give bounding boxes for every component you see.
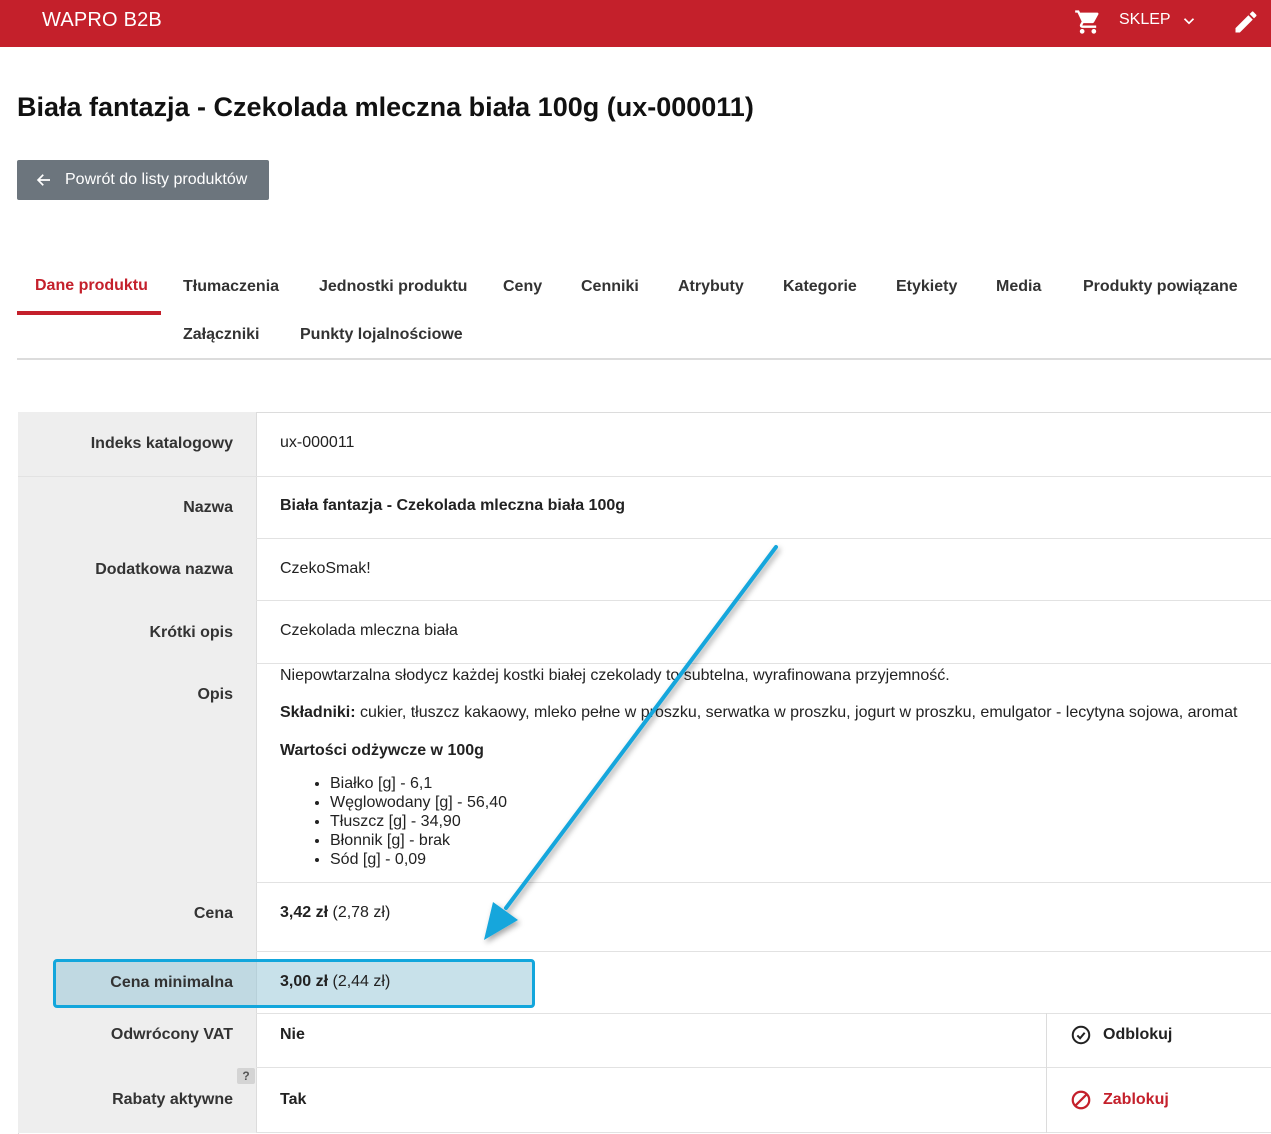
back-button-label: Powrót do listy produktów [65, 171, 248, 188]
pencil-icon[interactable] [1232, 8, 1260, 36]
tab-punkty-lojalnosciowe[interactable]: Punkty lojalnościowe [300, 326, 463, 344]
discounts-label: Rabaty aktywne [112, 1091, 233, 1108]
price-net: (2,78 zł) [332, 904, 391, 921]
tab-produkty-powiazane[interactable]: Produkty powiązane [1083, 278, 1238, 296]
unlock-label: Odblokuj [1103, 1026, 1173, 1043]
check-circle-icon [1071, 1025, 1091, 1045]
arrow-left-icon [36, 174, 50, 186]
row-divider [256, 663, 1271, 664]
short-desc-value: Czekolada mleczna biała [280, 622, 458, 639]
row-divider [256, 951, 1271, 952]
tab-media[interactable]: Media [996, 278, 1041, 296]
catalog-index-label: Indeks katalogowy [90, 435, 233, 452]
block-icon [1071, 1090, 1091, 1110]
row-divider [256, 882, 1271, 883]
nutrition-title: Wartości odżywcze w 100g [280, 742, 484, 759]
list-item: Błonnik [g] - brak [330, 831, 507, 850]
catalog-index-value: ux-000011 [280, 434, 355, 451]
ingredients-label: Składniki: [280, 704, 356, 721]
labels-column [18, 412, 257, 1133]
ingredients-text: cukier, tłuszcz kakaowy, mleko pełne w p… [360, 704, 1238, 721]
list-item: Węglowodany [g] - 56,40 [330, 793, 507, 812]
row-divider [256, 538, 1271, 539]
tab-jednostki-produktu[interactable]: Jednostki produktu [319, 278, 467, 296]
help-badge[interactable]: ? [237, 1068, 255, 1084]
row-divider [18, 476, 1271, 477]
unlock-button[interactable]: Odblokuj [1070, 1024, 1172, 1046]
back-to-products-button[interactable]: Powrót do listy produktów [17, 160, 269, 200]
short-desc-label: Krótki opis [149, 624, 233, 641]
min-price-label: Cena minimalna [110, 974, 233, 991]
column-divider [1046, 1067, 1047, 1133]
reverse-vat-label: Odwrócony VAT [110, 1026, 233, 1043]
tabs-divider [17, 358, 1271, 360]
block-label: Zablokuj [1103, 1091, 1169, 1108]
chevron-down-icon[interactable] [1180, 12, 1198, 30]
tab-kategorie[interactable]: Kategorie [783, 278, 857, 296]
tab-etykiety[interactable]: Etykiety [896, 278, 957, 296]
description-intro: Niepowtarzalna słodycz każdej kostki bia… [280, 667, 950, 684]
discounts-value: Tak [280, 1091, 307, 1108]
min-price-value: 3,00 zł (2,44 zł) [280, 973, 390, 991]
top-navbar: WAPRO B2B SKLEP [0, 0, 1271, 47]
column-divider [1046, 1013, 1047, 1067]
description-ingredients: Składniki: cukier, tłuszcz kakaowy, mlek… [280, 704, 1237, 722]
tab-zalaczniki[interactable]: Załączniki [183, 326, 259, 344]
list-item: Tłuszcz [g] - 34,90 [330, 812, 507, 831]
price-value: 3,42 zł (2,78 zł) [280, 904, 390, 922]
description-label: Opis [197, 686, 233, 703]
min-price-net: (2,44 zł) [332, 973, 391, 990]
brand-logo[interactable]: WAPRO B2B [42, 9, 162, 32]
page-title: Biała fantazja - Czekolada mleczna biała… [17, 92, 754, 122]
min-price-gross: 3,00 zł [280, 973, 329, 990]
block-button[interactable]: Zablokuj [1070, 1089, 1169, 1111]
list-item: Białko [g] - 6,1 [330, 774, 507, 793]
row-divider [256, 1013, 1271, 1014]
list-item: Sód [g] - 0,09 [330, 850, 507, 869]
active-tab-indicator [17, 311, 161, 315]
shop-menu-label[interactable]: SKLEP [1119, 11, 1171, 29]
price-label: Cena [193, 905, 233, 922]
tab-atrybuty[interactable]: Atrybuty [678, 278, 744, 296]
price-gross: 3,42 zł [280, 904, 329, 921]
nutrition-list: Białko [g] - 6,1 Węglowodany [g] - 56,40… [280, 774, 507, 869]
tab-cenniki[interactable]: Cenniki [581, 278, 639, 296]
extra-name-label: Dodatkowa nazwa [95, 561, 233, 578]
extra-name-value: CzekoSmak! [280, 560, 371, 577]
name-value: Biała fantazja - Czekolada mleczna biała… [280, 497, 626, 514]
reverse-vat-value: Nie [280, 1026, 305, 1043]
name-label: Nazwa [183, 499, 233, 516]
row-divider [256, 600, 1271, 601]
tab-ceny[interactable]: Ceny [503, 278, 542, 296]
tab-tlumaczenia[interactable]: Tłumaczenia [183, 278, 279, 296]
tab-dane-produktu[interactable]: Dane produktu [35, 277, 148, 295]
row-divider [256, 1067, 1271, 1068]
cart-icon[interactable] [1074, 8, 1102, 36]
